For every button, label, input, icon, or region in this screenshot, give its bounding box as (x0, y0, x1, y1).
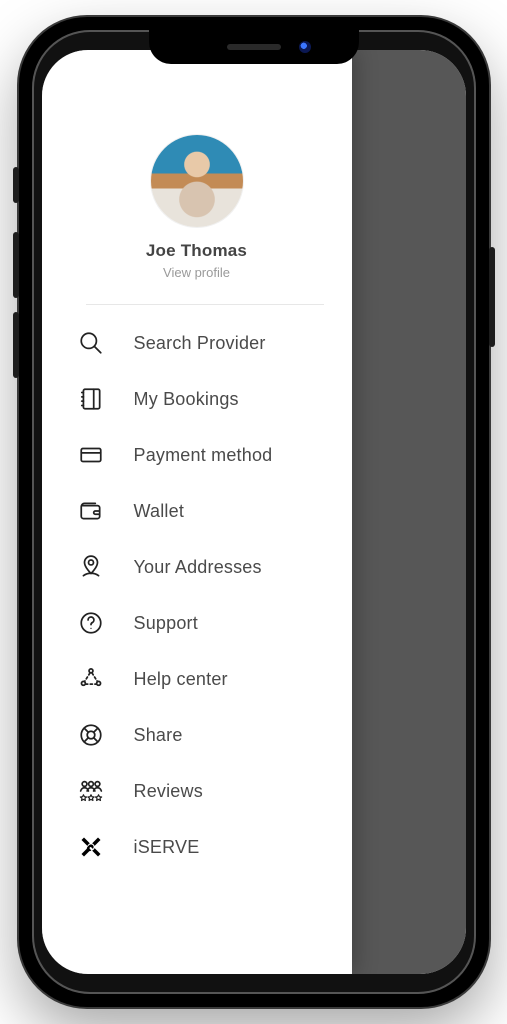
menu: Search Provider My Bookings (42, 309, 352, 875)
question-icon (76, 608, 106, 638)
side-drawer: Joe Thomas View profile Search Provider (42, 50, 352, 974)
avatar[interactable] (151, 135, 243, 227)
people-icon (76, 776, 106, 806)
divider (86, 304, 324, 305)
user-name: Joe Thomas (146, 241, 247, 261)
iserve-icon (76, 832, 106, 862)
menu-item-search-provider[interactable]: Search Provider (42, 315, 352, 371)
menu-item-your-addresses[interactable]: Your Addresses (42, 539, 352, 595)
bookings-icon (76, 384, 106, 414)
pin-icon (76, 552, 106, 582)
menu-item-label: My Bookings (134, 389, 239, 410)
menu-item-wallet[interactable]: Wallet (42, 483, 352, 539)
front-camera (299, 41, 311, 53)
phone-frame: Joe Thomas View profile Search Provider (19, 17, 489, 1007)
menu-item-label: Reviews (134, 781, 203, 802)
menu-item-label: Your Addresses (134, 557, 262, 578)
nodes-icon (76, 664, 106, 694)
menu-item-label: Share (134, 725, 183, 746)
volume-down-button (13, 312, 19, 378)
card-icon (76, 440, 106, 470)
mute-switch (13, 167, 19, 203)
menu-item-reviews[interactable]: Reviews (42, 763, 352, 819)
menu-item-label: Payment method (134, 445, 273, 466)
menu-item-payment-method[interactable]: Payment method (42, 427, 352, 483)
menu-item-label: Wallet (134, 501, 185, 522)
speaker-grille (227, 44, 281, 50)
menu-item-share[interactable]: Share (42, 707, 352, 763)
lifebuoy-icon (76, 720, 106, 750)
menu-item-label: Help center (134, 669, 228, 690)
search-icon (76, 328, 106, 358)
menu-item-iserve[interactable]: iSERVE (42, 819, 352, 875)
volume-up-button (13, 232, 19, 298)
menu-item-help-center[interactable]: Help center (42, 651, 352, 707)
screen: Joe Thomas View profile Search Provider (42, 50, 466, 974)
menu-item-label: Search Provider (134, 333, 266, 354)
view-profile-link[interactable]: View profile (163, 265, 230, 280)
menu-item-support[interactable]: Support (42, 595, 352, 651)
menu-item-label: Support (134, 613, 198, 634)
menu-item-label: iSERVE (134, 837, 200, 858)
menu-item-my-bookings[interactable]: My Bookings (42, 371, 352, 427)
wallet-icon (76, 496, 106, 526)
power-button (489, 247, 495, 347)
profile-section[interactable]: Joe Thomas View profile (42, 135, 352, 280)
notch (149, 30, 359, 64)
